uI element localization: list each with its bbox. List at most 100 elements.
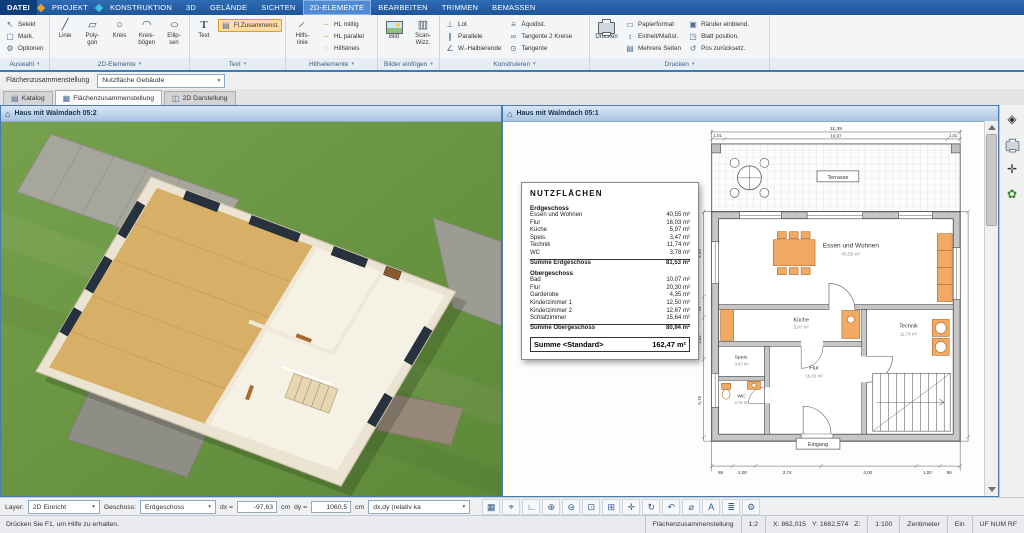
kreis-label: Kreis bbox=[112, 33, 127, 39]
tab-bemassen[interactable]: BEMASSEN bbox=[485, 0, 542, 15]
group-label-konstruieren[interactable]: Konstruieren bbox=[440, 58, 590, 70]
2d-canvas[interactable]: Terrasse Eingang Essen und Wohnen 40,55 … bbox=[503, 122, 985, 496]
group-label-drucken[interactable]: Drucken bbox=[590, 58, 770, 70]
mehrere-seiten-button[interactable]: ▤ Mehrere Seiten bbox=[623, 43, 683, 54]
landscape-button[interactable]: ✿ bbox=[1003, 185, 1021, 203]
coordinate-mode-select[interactable]: dx,dy (relativ ka bbox=[368, 500, 471, 514]
tab-projekt[interactable]: PROJEKT bbox=[45, 0, 95, 15]
previous-view-icon[interactable]: ↶ bbox=[662, 499, 681, 515]
scroll-down-icon[interactable] bbox=[987, 487, 996, 492]
pos-zuruecksetzen-button[interactable]: ↺ Pos zurücksetz. bbox=[686, 43, 751, 54]
hl-mittig-button[interactable]: ┄ HL mittig bbox=[319, 19, 366, 30]
einheit-massstab-button[interactable]: ↕ Einheit/Maßst. bbox=[623, 31, 683, 42]
nutzflaechen-overlay[interactable]: NUTZFLÄCHEN Erdgeschoss Essen und Wohnen… bbox=[521, 182, 699, 361]
tab-katalog[interactable]: ▤ Katalog bbox=[3, 91, 53, 105]
bild-button[interactable]: Bild bbox=[381, 16, 407, 57]
dim-top-right: 1,01 bbox=[949, 133, 958, 138]
zoom-window-icon[interactable]: ⊡ bbox=[582, 499, 601, 515]
aequidist-button[interactable]: ≡ Äquidist. bbox=[506, 19, 574, 30]
zoom-all-icon[interactable]: ⊞ bbox=[602, 499, 621, 515]
selekt-button[interactable]: ↖ Selekt bbox=[3, 19, 46, 30]
tab-trimmen[interactable]: TRIMMEN bbox=[435, 0, 485, 15]
hilfskreis-button[interactable]: ◌ Hilfskreis bbox=[319, 43, 366, 54]
group-label-auswahl[interactable]: Auswahl bbox=[0, 58, 50, 70]
layer-select[interactable]: 2D Einricht bbox=[27, 500, 100, 514]
geschoss-value: Erdgeschoss bbox=[145, 503, 185, 511]
nf-room-area: 10,07 m² bbox=[666, 277, 690, 284]
table-row: Küche 5,97 m² bbox=[530, 227, 690, 235]
status-unit[interactable]: Zentimeter bbox=[899, 516, 946, 533]
tab-datei[interactable]: DATEI bbox=[0, 0, 37, 15]
group-label-text[interactable]: Text bbox=[190, 58, 286, 70]
mark-button[interactable]: ▢ Mark. bbox=[3, 31, 46, 42]
grid-icon[interactable]: ▦ bbox=[482, 499, 501, 515]
tangente-2-kreise-button[interactable]: ∞ Tangente 2 Kreise bbox=[506, 31, 574, 42]
layers-button[interactable]: ◈ bbox=[1003, 110, 1021, 128]
group-label-hilfselemente[interactable]: Hilfselemente bbox=[286, 58, 378, 70]
status-scale[interactable]: 1:100 bbox=[867, 516, 899, 533]
parallele-button[interactable]: ∥ Parallele bbox=[443, 31, 503, 42]
geschoss-select[interactable]: Erdgeschoss bbox=[140, 500, 216, 514]
status-state[interactable]: Ein bbox=[946, 516, 972, 533]
nf-room-name: WC bbox=[530, 249, 540, 256]
tab-konstruktion[interactable]: KONSTRUKTION bbox=[103, 0, 179, 15]
area-summary-icon: ▦ bbox=[62, 93, 71, 103]
fl-zusammenst-button[interactable]: ▤ Fl.Zusammenst. bbox=[217, 19, 282, 32]
tab-2d-darstellung[interactable]: ◫ 2D Darstellung bbox=[164, 91, 236, 105]
kreis-button[interactable]: ○ Kreis bbox=[107, 16, 131, 57]
hilfslinie-button[interactable]: ┄ Hilfs- linie bbox=[289, 16, 316, 57]
reset-icon: ↺ bbox=[689, 43, 697, 53]
scroll-thumb[interactable] bbox=[986, 134, 997, 226]
tab-bearbeiten[interactable]: BEARBEITEN bbox=[371, 0, 435, 15]
move-view-button[interactable]: ✛ bbox=[1003, 160, 1021, 178]
tab-gelaende[interactable]: GELÄNDE bbox=[203, 0, 254, 15]
raender-einblenden-button[interactable]: ▣ Ränder einblend. bbox=[686, 19, 751, 30]
tab-flaechenzusammenstellung[interactable]: ▦ Flächenzusammenstellung bbox=[54, 90, 163, 105]
ribbon-group-2d-elemente: ╱ Linie ▱ Poly- gon ○ Kreis ◠ Kreis- bögen ○… bbox=[50, 15, 190, 58]
lot-button[interactable]: ⊥ Lot bbox=[443, 19, 503, 30]
dim-bottom: 1,00 bbox=[738, 470, 747, 475]
pane-3d-titlebar[interactable]: ⌂ Haus mit Walmdach 05:2 bbox=[1, 106, 501, 122]
zoom-all-glyph: ⊞ bbox=[607, 501, 615, 512]
3d-canvas[interactable] bbox=[1, 122, 501, 496]
ortho-icon[interactable]: ∟ bbox=[522, 499, 541, 515]
blatt-position-button[interactable]: ◳ Blatt position. bbox=[686, 31, 751, 42]
hexagon-icon bbox=[94, 3, 104, 12]
scan-wizz-button[interactable]: ▥ Scan- Wizz. bbox=[410, 16, 436, 57]
papierformat-button[interactable]: ▭ Papierformat bbox=[623, 19, 683, 30]
tangente-button[interactable]: ⊙ Tangente bbox=[506, 43, 574, 54]
ribbon-group-bilder: Bild ▥ Scan- Wizz. bbox=[378, 15, 440, 58]
tab-2d-elemente[interactable]: 2D-ELEMENTE bbox=[302, 0, 372, 15]
pan-icon[interactable]: ✛ bbox=[622, 499, 641, 515]
w-halbierende-button[interactable]: ∠ W.-Halbierende bbox=[443, 43, 503, 54]
dashed-line-icon: ┄ bbox=[295, 18, 309, 32]
measure-icon[interactable]: ⌀ bbox=[682, 499, 701, 515]
dx-input[interactable]: -97,63 bbox=[237, 501, 278, 513]
pane-2d-titlebar[interactable]: ⌂ Haus mit Walmdach 05:1 bbox=[503, 106, 998, 122]
hl-parallel-button[interactable]: ┄ HL parallel bbox=[319, 31, 366, 42]
fl-zusammenst-label: Fl.Zusammenst. bbox=[233, 22, 279, 29]
group-label-bilder[interactable]: Bilder einfügen bbox=[378, 58, 440, 70]
nutzflaeche-combo[interactable]: Nutzfläche Gebäude bbox=[97, 73, 226, 88]
redraw-icon[interactable]: ↻ bbox=[642, 499, 661, 515]
list-icon[interactable]: ≣ bbox=[722, 499, 741, 515]
kreisboegen-button[interactable]: ◠ Kreis- bögen bbox=[135, 16, 159, 57]
text-button[interactable]: T Text bbox=[193, 16, 215, 57]
zoom-in-icon[interactable]: ⊕ bbox=[542, 499, 561, 515]
drucken-button[interactable]: Drucken bbox=[593, 16, 620, 57]
dy-input[interactable]: 1060,5 bbox=[311, 501, 352, 513]
tab-sichten[interactable]: SICHTEN bbox=[254, 0, 302, 15]
scroll-up-icon[interactable] bbox=[987, 125, 996, 130]
zoom-out-icon[interactable]: ⊖ bbox=[562, 499, 581, 515]
tab-3d[interactable]: 3D bbox=[179, 0, 203, 15]
settings-icon[interactable]: ⚙ bbox=[742, 499, 761, 515]
group-label-2d-elemente[interactable]: 2D-Elemente bbox=[50, 58, 190, 70]
print-view-button[interactable] bbox=[1003, 135, 1021, 153]
snap-icon[interactable]: ⌖ bbox=[502, 499, 521, 515]
ellipsen-button[interactable]: ○ Ellip- sen bbox=[162, 16, 186, 57]
vertical-scrollbar[interactable] bbox=[984, 121, 998, 496]
polygon-button[interactable]: ▱ Poly- gon bbox=[80, 16, 104, 57]
linie-button[interactable]: ╱ Linie bbox=[53, 16, 77, 57]
optionen-button[interactable]: ⚙ Optionen bbox=[3, 43, 46, 54]
text-tool-icon[interactable]: A bbox=[702, 499, 721, 515]
